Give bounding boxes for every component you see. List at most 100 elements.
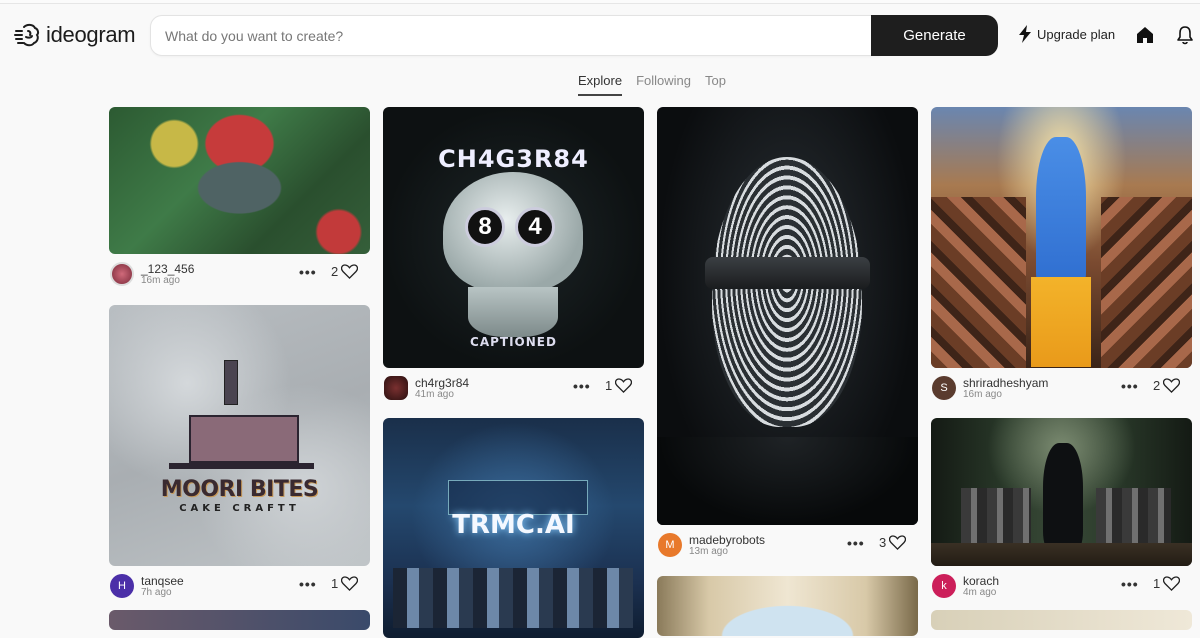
feed-card[interactable]: CH4G3R84 8 4 CAPTIONED ch4rg3r84 41m ago… — [383, 107, 644, 412]
feed-card[interactable] — [657, 576, 918, 636]
blindfold-shape — [705, 257, 870, 289]
lens-right: 4 — [515, 207, 555, 247]
fingerprint-head-shape — [712, 157, 862, 427]
wolves-right-shape — [1096, 488, 1171, 543]
wolves-image[interactable] — [931, 418, 1192, 566]
image-title-text: MOORI BITES — [160, 477, 319, 502]
timestamp: 16m ago — [963, 389, 1002, 400]
username[interactable]: korach — [963, 574, 999, 588]
feed-card[interactable]: _123_456 16m ago ••• 2 — [109, 107, 370, 298]
heart-icon — [341, 264, 359, 279]
forest-path-shape — [931, 543, 1192, 566]
more-options-icon[interactable]: ••• — [299, 264, 317, 280]
counter-shape — [169, 463, 314, 469]
more-options-icon[interactable]: ••• — [299, 576, 317, 592]
username[interactable]: _123_456 — [141, 262, 194, 276]
tab-following[interactable]: Following — [636, 73, 691, 96]
skull-shape — [443, 172, 583, 292]
timestamp: 16m ago — [141, 275, 180, 286]
lightning-icon — [1019, 25, 1031, 43]
like-button[interactable]: 1 — [605, 378, 633, 393]
tab-explore[interactable]: Explore — [578, 73, 623, 96]
more-options-icon[interactable]: ••• — [1121, 576, 1139, 592]
upgrade-plan-link[interactable]: Upgrade plan — [1018, 25, 1115, 43]
like-count: 1 — [331, 576, 339, 591]
prompt-input[interactable] — [151, 16, 880, 55]
trmc-ai-image[interactable]: TRMC.AI — [383, 418, 644, 638]
avatar[interactable] — [110, 262, 134, 286]
tab-top[interactable]: Top — [705, 73, 726, 96]
avatar[interactable]: S — [932, 376, 956, 400]
timestamp: 13m ago — [689, 546, 728, 557]
like-button[interactable]: 2 — [1153, 378, 1181, 393]
lens-left: 8 — [465, 207, 505, 247]
crowd-shape — [393, 568, 633, 628]
bell-icon[interactable] — [1176, 25, 1194, 45]
skull-image[interactable]: CH4G3R84 8 4 CAPTIONED — [383, 107, 644, 368]
black-wolf-shape — [1043, 443, 1083, 553]
feed-card[interactable]: M madebyrobots 13m ago ••• 3 — [657, 107, 918, 569]
generate-button[interactable]: Generate — [871, 15, 998, 56]
avatar[interactable]: k — [932, 574, 956, 598]
feed-card[interactable]: MOORI BITES CAKE CRAFTT H tanqsee 7h ago… — [109, 305, 370, 630]
more-options-icon[interactable]: ••• — [847, 535, 865, 551]
timestamp: 7h ago — [141, 587, 172, 598]
ideogram-logo-icon — [14, 23, 40, 47]
more-options-icon[interactable]: ••• — [573, 378, 591, 394]
figure-body-shape — [1036, 137, 1086, 287]
lord-rama-image[interactable] — [931, 107, 1192, 368]
next-image-preview[interactable] — [109, 610, 370, 630]
more-options-icon[interactable]: ••• — [1121, 378, 1139, 394]
image-subtitle-text: CAKE CRAFTT — [179, 503, 300, 514]
upgrade-plan-label: Upgrade plan — [1037, 26, 1116, 42]
archway-image[interactable] — [657, 576, 918, 636]
next-image-preview[interactable] — [931, 610, 1192, 630]
feed-card[interactable]: k korach 4m ago ••• 1 — [931, 418, 1192, 630]
figure-dhoti-shape — [1031, 277, 1091, 367]
jaw-shape — [468, 287, 558, 337]
like-count: 1 — [605, 378, 613, 393]
app-name: ideogram — [46, 22, 136, 47]
like-button[interactable]: 2 — [331, 264, 359, 279]
heart-icon — [1163, 378, 1181, 393]
like-button[interactable]: 1 — [331, 576, 359, 591]
username[interactable]: shriradheshyam — [963, 376, 1048, 390]
heart-icon — [1163, 576, 1181, 591]
avatar[interactable]: H — [110, 574, 134, 598]
home-icon[interactable] — [1136, 26, 1154, 44]
image-subtitle-text: CAPTIONED — [470, 335, 557, 349]
stove-shape — [189, 415, 299, 463]
fingerprint-face-image[interactable] — [657, 107, 918, 525]
username[interactable]: ch4rg3r84 — [415, 376, 469, 390]
avatar[interactable] — [384, 376, 408, 400]
card-meta: _123_456 16m ago ••• 2 — [109, 254, 370, 298]
image-title-text: TRMC.AI — [452, 510, 575, 540]
card-meta: ch4rg3r84 41m ago ••• 1 — [383, 368, 644, 412]
card-meta: k korach 4m ago ••• 1 — [931, 566, 1192, 610]
like-button[interactable]: 1 — [1153, 576, 1181, 591]
heart-icon — [341, 576, 359, 591]
heart-icon — [889, 535, 907, 550]
moori-bites-image[interactable]: MOORI BITES CAKE CRAFTT — [109, 305, 370, 566]
like-button[interactable]: 3 — [879, 535, 907, 550]
card-meta: M madebyrobots 13m ago ••• 3 — [657, 525, 918, 569]
buddha-image[interactable] — [109, 107, 370, 254]
username[interactable]: tanqsee — [141, 574, 184, 588]
feed-card[interactable]: S shriradheshyam 16m ago ••• 2 — [931, 107, 1192, 412]
feed-tabs: Explore Following Top — [578, 73, 726, 96]
feed-card[interactable]: TRMC.AI — [383, 418, 644, 638]
avatar[interactable]: M — [658, 533, 682, 557]
timestamp: 4m ago — [963, 587, 997, 598]
prompt-search-box[interactable] — [150, 15, 880, 56]
crowd-right-shape — [1101, 197, 1192, 368]
chimney-shape — [224, 360, 238, 405]
browser-top-edge — [0, 0, 1200, 4]
heart-icon — [615, 378, 633, 393]
shoulders-shape — [657, 437, 918, 525]
username[interactable]: madebyrobots — [689, 533, 765, 547]
timestamp: 41m ago — [415, 389, 454, 400]
image-title-text: CH4G3R84 — [438, 145, 589, 173]
logo[interactable]: ideogram — [14, 22, 136, 48]
card-meta: S shriradheshyam 16m ago ••• 2 — [931, 368, 1192, 412]
wolves-left-shape — [961, 488, 1031, 543]
